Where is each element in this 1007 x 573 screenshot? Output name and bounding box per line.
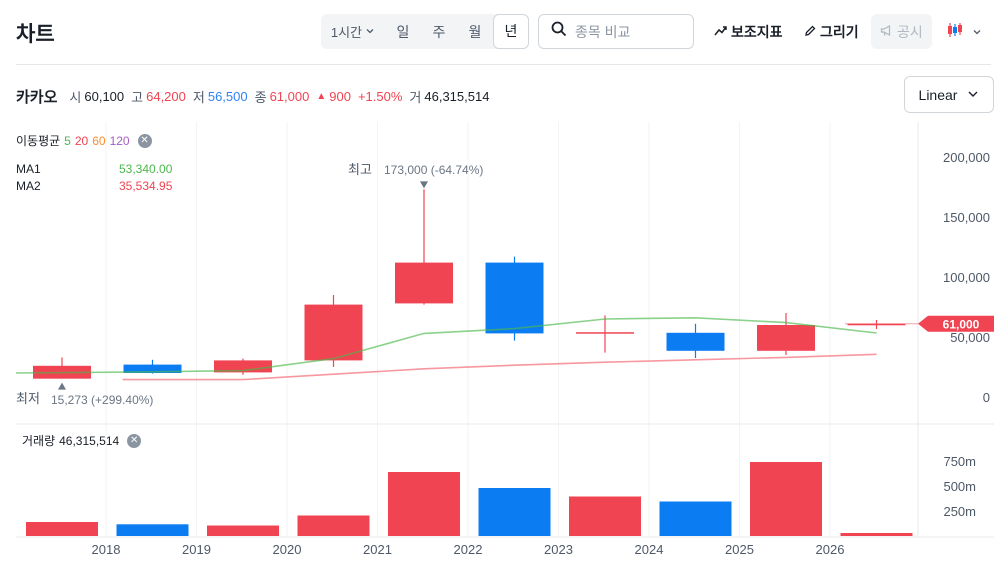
volume-bar xyxy=(26,522,98,536)
x-tick-label: 2024 xyxy=(635,542,664,557)
ma2-row: MA2 35,534.95 xyxy=(16,179,172,193)
ma-period-60: 60 xyxy=(92,133,106,148)
volume-bar xyxy=(388,472,460,536)
close-icon[interactable]: ✕ xyxy=(137,133,152,148)
ma2-value: 35,534.95 xyxy=(119,179,173,193)
low-annotation-label: 최저 xyxy=(16,391,40,406)
x-tick-label: 2022 xyxy=(454,542,483,557)
low-marker-icon xyxy=(58,382,66,390)
price-chart[interactable]: 200,000 150,000 100,000 50,000 0 750m 500m 250m… xyxy=(0,0,1007,573)
volume-bar xyxy=(569,496,641,536)
ma-period-120: 120 xyxy=(109,133,130,148)
candle-body xyxy=(757,325,815,351)
candle-body xyxy=(304,304,363,361)
volume-tick-label: 750m xyxy=(943,454,976,469)
close-icon[interactable]: ✕ xyxy=(127,433,142,448)
volume-legend-title: 거래량 xyxy=(22,434,56,448)
volume-bar xyxy=(659,501,732,536)
volume-bar xyxy=(478,488,551,536)
volume-legend: 거래량 46,315,514 ✕ xyxy=(22,432,142,449)
volume-bar xyxy=(840,533,913,536)
candle-body xyxy=(485,262,544,334)
ma-period-20: 20 xyxy=(74,133,89,148)
x-tick-label: 2019 xyxy=(182,542,211,557)
y-tick-label: 200,000 xyxy=(943,150,990,165)
ma1-label: MA1 xyxy=(16,162,41,176)
high-annotation-value: 173,000 (-64.74%) xyxy=(384,163,483,177)
last-price-label: 61,000 xyxy=(943,317,980,331)
y-tick-label: 100,000 xyxy=(943,270,990,285)
x-tick-label: 2023 xyxy=(544,542,573,557)
ma2-label: MA2 xyxy=(16,179,41,193)
x-tick-label: 2018 xyxy=(92,542,121,557)
high-annotation-label: 최고 xyxy=(348,162,372,177)
candle-body xyxy=(395,262,453,304)
high-marker-icon xyxy=(420,181,428,189)
volume-bar xyxy=(207,525,279,536)
volume-tick-label: 500m xyxy=(943,479,976,494)
ma-legend: 이동평균 5 20 60 120 ✕ xyxy=(16,132,152,149)
volume-legend-value: 46,315,514 xyxy=(59,433,120,448)
volume-tick-label: 250m xyxy=(943,504,976,519)
x-tick-label: 2025 xyxy=(725,542,754,557)
volume-bar xyxy=(750,462,822,536)
low-annotation-value: 15,273 (+299.40%) xyxy=(51,393,153,407)
candle-body xyxy=(666,332,725,351)
x-tick-label: 2021 xyxy=(363,542,392,557)
ma-legend-title: 이동평균 xyxy=(16,134,61,148)
ma1-value: 53,340.00 xyxy=(119,162,173,176)
y-tick-label: 50,000 xyxy=(950,330,990,345)
y-tick-label: 0 xyxy=(983,390,990,405)
volume-bar xyxy=(116,524,189,536)
ma1-row: MA1 53,340.00 xyxy=(16,162,172,176)
ma-period-5: 5 xyxy=(64,133,71,148)
x-tick-label: 2026 xyxy=(816,542,845,557)
y-tick-label: 150,000 xyxy=(943,210,990,225)
volume-bar xyxy=(297,515,370,536)
x-tick-label: 2020 xyxy=(273,542,302,557)
candle-body xyxy=(576,332,634,334)
